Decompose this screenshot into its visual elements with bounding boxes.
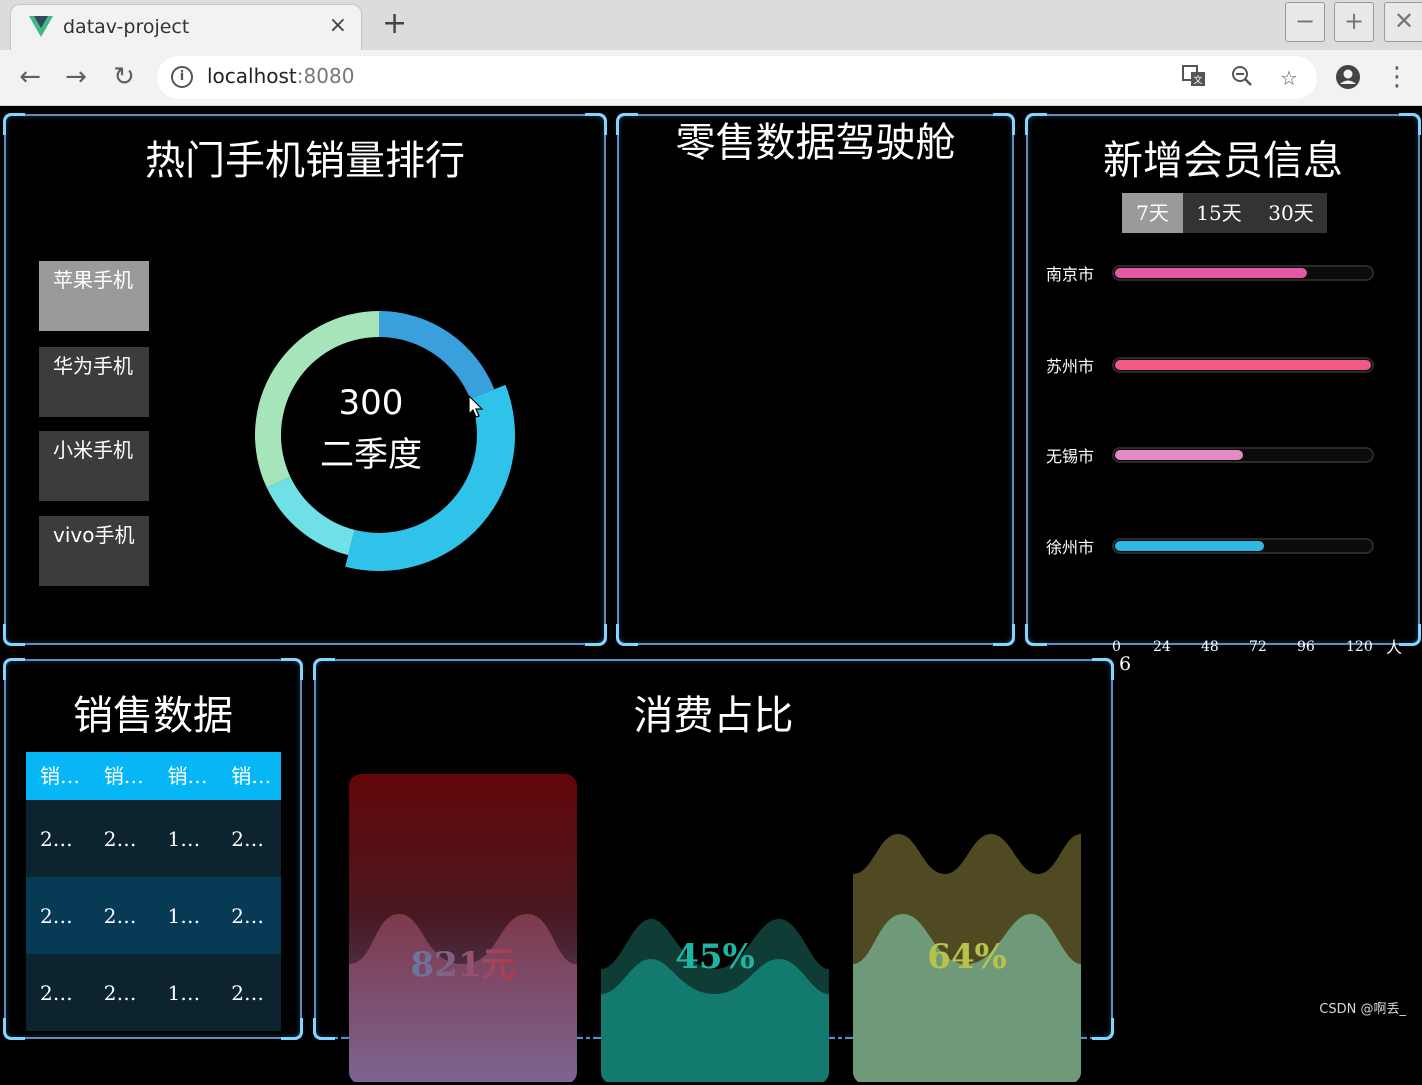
brand-button-huawei[interactable]: 华为手机 (39, 347, 149, 417)
bar-track (1112, 357, 1374, 373)
axis-tick: 72 (1249, 639, 1267, 655)
table-cell: 2… (217, 981, 281, 1005)
info-icon[interactable]: i (171, 66, 193, 88)
back-arrow-icon[interactable]: ← (13, 60, 47, 94)
reload-icon[interactable]: ↻ (107, 60, 141, 94)
account-icon[interactable] (1331, 60, 1365, 94)
new-members-title: 新增会员信息 (1028, 128, 1418, 186)
url-host: localhost (207, 64, 297, 88)
url-port: :8080 (297, 64, 355, 88)
maximize-button[interactable]: + (1334, 2, 1374, 42)
phone-sales-panel: 热门手机销量排行 苹果手机 华为手机 小米手机 vivo手机 300 二季度 (4, 114, 606, 645)
donut-segment[interactable] (267, 477, 355, 555)
star-icon[interactable]: ☆ (1276, 65, 1302, 91)
sales-data-panel: 销售数据 销… 销… 销… 销… 2… 2… 1… 2… 2… 2… 1… 2…… (4, 659, 302, 1039)
table-row[interactable]: 2… 2… 1… 2… (26, 800, 281, 877)
table-row[interactable]: 2… 2… 1… 2… (26, 877, 281, 954)
cockpit-title: 零售数据驾驶舱 (619, 110, 1012, 168)
card-value: 45% (601, 937, 829, 977)
donut-value: 300 (246, 383, 496, 423)
bar-fill[interactable] (1115, 360, 1371, 370)
close-window-button[interactable]: ✕ (1384, 2, 1422, 42)
consumption-card-percent-2: 64% (842, 765, 1090, 1085)
bar-track (1112, 447, 1374, 463)
cockpit-panel: 零售数据驾驶舱 (617, 114, 1014, 645)
url-text[interactable]: localhost:8080 (207, 64, 354, 88)
header-cell: 销… (154, 752, 218, 800)
city-label: 徐州市 (1046, 534, 1094, 558)
tab-close-icon[interactable]: × (329, 13, 347, 38)
watermark: CSDN @啊丢_ (1319, 998, 1406, 1017)
bar-track (1112, 265, 1374, 281)
table-cell: 2… (26, 981, 90, 1005)
table-cell: 2… (217, 827, 281, 851)
card-value: 64% (853, 937, 1081, 977)
tab-title: datav-project (63, 16, 189, 38)
header-cell: 销… (217, 752, 281, 800)
city-label: 苏州市 (1046, 353, 1094, 377)
axis-tick: 24 (1153, 639, 1171, 655)
stray-text: 6 (1119, 653, 1131, 675)
mouse-cursor-icon (468, 395, 484, 419)
browser-toolbar: ← → ↻ i localhost:8080 文 ☆ ⋮ (0, 50, 1422, 106)
card-value: 821元 (349, 937, 577, 986)
consumption-panel: 消费占比 821元 45% (314, 659, 1113, 1039)
consumption-card-percent-1: 45% (590, 765, 838, 1085)
bar-fill[interactable] (1115, 450, 1243, 460)
tab-30-days[interactable]: 30天 (1255, 193, 1327, 233)
bar-track (1112, 538, 1374, 554)
brand-button-xiaomi[interactable]: 小米手机 (39, 431, 149, 501)
table-cell: 2… (90, 981, 154, 1005)
axis-tick: 48 (1201, 639, 1219, 655)
more-icon[interactable]: ⋮ (1380, 60, 1414, 94)
dashboard: 热门手机销量排行 苹果手机 华为手机 小米手机 vivo手机 300 二季度 零… (0, 107, 1422, 1025)
new-tab-button[interactable]: + (382, 6, 407, 41)
table-cell: 1… (154, 827, 218, 851)
donut-label: 二季度 (246, 427, 496, 476)
axis-tick: 120 (1346, 639, 1373, 655)
brand-button-apple[interactable]: 苹果手机 (39, 261, 149, 331)
header-cell: 销… (90, 752, 154, 800)
sales-data-title: 销售数据 (6, 683, 300, 741)
consumption-card-amount: 821元 (338, 765, 586, 1085)
browser-tab-strip: datav-project × + − + ✕ (0, 0, 1422, 50)
wave-graphic (349, 904, 577, 1084)
table-cell: 1… (154, 981, 218, 1005)
bar-fill[interactable] (1115, 268, 1307, 278)
table-cell: 2… (26, 827, 90, 851)
zoom-out-icon[interactable] (1229, 65, 1255, 91)
table-row[interactable]: 2… 2… 1… 2… (26, 954, 281, 1031)
table-cell: 2… (90, 827, 154, 851)
table-cell: 2… (217, 904, 281, 928)
table-cell: 2… (26, 904, 90, 928)
phone-sales-title: 热门手机销量排行 (6, 128, 604, 186)
table-cell: 2… (90, 904, 154, 928)
period-tabs: 7天 15天 30天 (1122, 193, 1327, 233)
header-cell: 销… (26, 752, 90, 800)
tab-7-days[interactable]: 7天 (1122, 193, 1183, 233)
tab-15-days[interactable]: 15天 (1183, 193, 1255, 233)
browser-tab[interactable]: datav-project × (10, 4, 362, 50)
bar-fill[interactable] (1115, 541, 1264, 551)
new-members-panel: 新增会员信息 7天 15天 30天 南京市 苏州市 无锡市 徐州市 0 24 4… (1026, 114, 1420, 645)
vue-logo-icon (29, 16, 53, 38)
axis-unit: 人 (1386, 634, 1402, 658)
brand-button-vivo[interactable]: vivo手机 (39, 516, 149, 586)
table-header: 销… 销… 销… 销… (26, 752, 281, 800)
minimize-button[interactable]: − (1285, 2, 1325, 42)
city-label: 南京市 (1046, 261, 1094, 285)
city-label: 无锡市 (1046, 443, 1094, 467)
axis-tick: 96 (1297, 639, 1315, 655)
svg-text:文: 文 (1193, 74, 1202, 86)
consumption-title: 消费占比 (316, 683, 1111, 741)
table-cell: 1… (154, 904, 218, 928)
address-bar[interactable]: i localhost:8080 文 ☆ (157, 56, 1317, 99)
forward-arrow-icon[interactable]: → (59, 60, 93, 94)
translate-icon[interactable]: 文 (1181, 65, 1207, 91)
